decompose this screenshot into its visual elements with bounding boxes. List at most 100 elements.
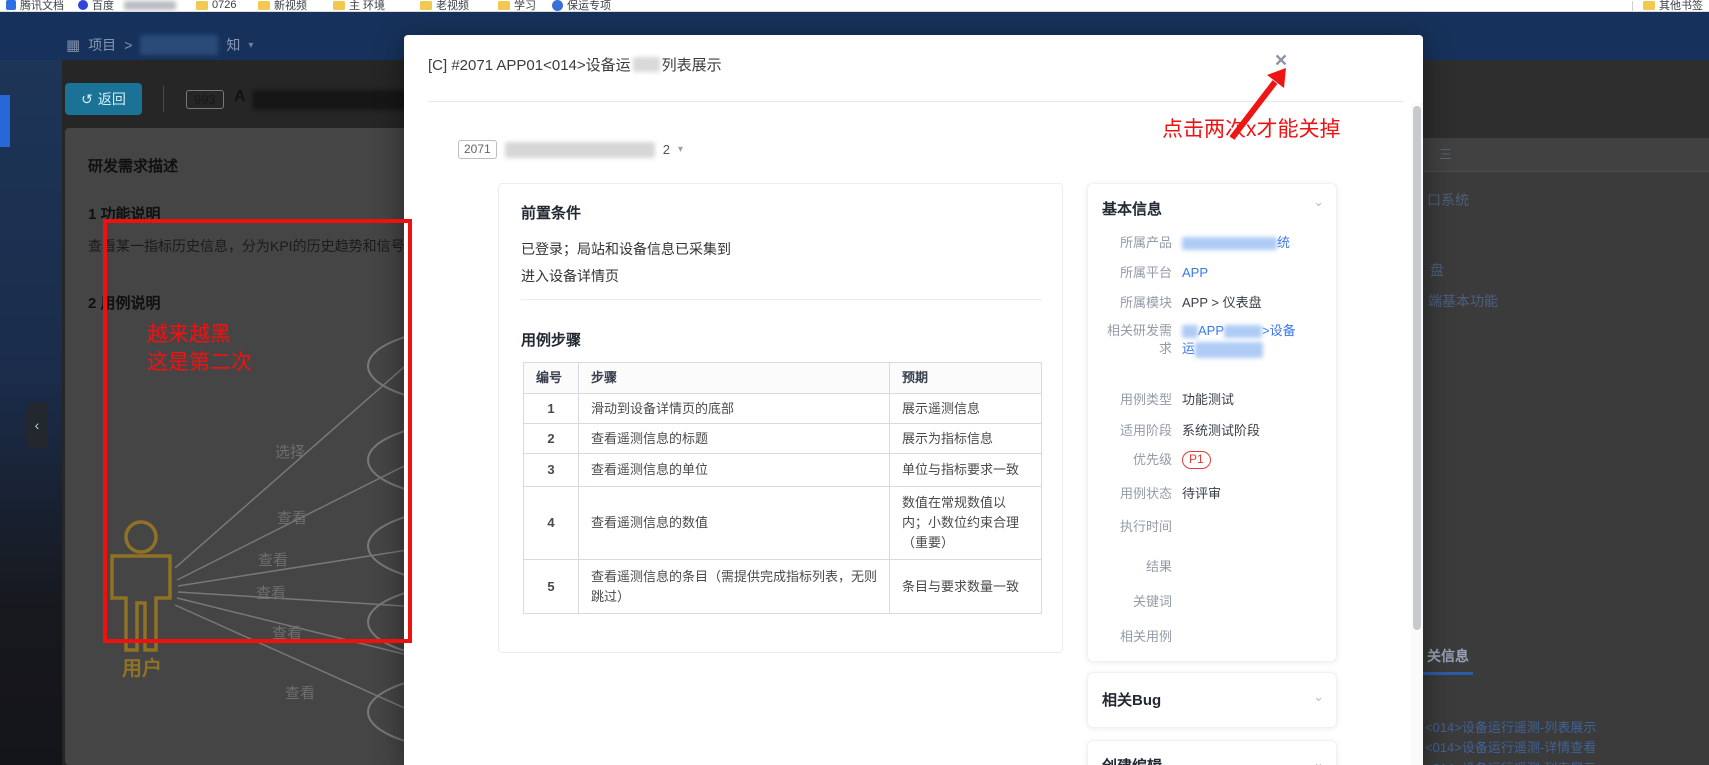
case-id-badge: 2071: [458, 140, 497, 159]
breadcrumb-blurred-project[interactable]: [140, 35, 219, 55]
steps-table: 编号 步骤 预期 1 滑动到设备详情页的底部 展示遥测信息 2 查看遥测信息的标题 展示…: [523, 362, 1042, 614]
bookmark-item[interactable]: 保运专项: [552, 0, 611, 11]
info-row-priority: 优先级 P1: [1100, 451, 1328, 469]
bookmark-item-blurred[interactable]: [124, 0, 176, 11]
table-row: 1 滑动到设备详情页的底部 展示遥测信息: [523, 393, 1042, 424]
info-row-related-requirement: 相关研发需求 APP >设备 运: [1106, 322, 1296, 358]
modal-title: [C] #2071 APP01<014>设备运 列表展示: [428, 57, 722, 74]
info-row-result: 结果: [1145, 559, 1172, 574]
chevron-down-icon[interactable]: ⌄: [1313, 194, 1324, 210]
red-annotation-box: [103, 219, 412, 643]
requirement-id-badge: 993: [186, 90, 224, 109]
sidebar-active-indicator[interactable]: [0, 95, 10, 147]
related-case-link[interactable]: <014>设备运行遥测-详情查看: [1425, 737, 1596, 756]
col-header: 编号: [523, 362, 579, 394]
breadcrumb-root[interactable]: 项目: [88, 35, 116, 55]
folder-icon: [420, 0, 432, 10]
sidebar-collapse-button[interactable]: ‹: [26, 402, 48, 448]
doc-icon: [6, 0, 16, 10]
related-case-link[interactable]: <014>设备运行遥测-列表展示: [1425, 717, 1596, 736]
browser-bookmarks-bar: 腾讯文档 百度 0726 新视频 主 环境 老视频 学习 保运专项 其他书签: [0, 0, 1709, 12]
bookmark-folder[interactable]: 老视频: [420, 0, 469, 11]
requirement-title-blurred: [252, 90, 420, 110]
chevron-down-icon[interactable]: ▾: [248, 40, 253, 51]
info-row-related-case: 相关用例: [1119, 629, 1172, 644]
table-row: 4 查看遥测信息的数值 数值在常规数值以内；小数位约束合理（重要）: [523, 486, 1042, 560]
related-requirement-link[interactable]: APP >设备 运: [1182, 322, 1296, 358]
basic-info-title: 基本信息: [1102, 201, 1163, 218]
tab-related-info[interactable]: 关信息: [1427, 646, 1469, 666]
chevron-down-icon[interactable]: ⌄: [1313, 755, 1324, 765]
globe-icon: [552, 0, 563, 11]
bookmark-item[interactable]: 百度: [78, 0, 114, 11]
precondition-title: 前置条件: [521, 205, 582, 222]
bookmark-folder[interactable]: 0726: [196, 0, 236, 11]
modal-scrollbar-track[interactable]: [1411, 103, 1423, 765]
right-panel-partial-header: 三: [1423, 138, 1709, 171]
background-right-panel: 三 口系统 盘 端基本功能 关信息 <014>设备运行遥测-列表展示 <014>…: [1423, 60, 1709, 765]
other-bookmarks[interactable]: 其他书签: [1643, 0, 1703, 11]
col-header: 步骤: [578, 362, 890, 394]
table-row: 3 查看遥测信息的单位 单位与指标要求一致: [523, 453, 1042, 487]
red-annotation-text: 这是第二次: [147, 351, 252, 374]
case-title-tail: 2: [662, 142, 670, 157]
info-row-product: 所属产品 统: [1119, 234, 1291, 252]
requirement-title-visible: A: [234, 88, 246, 105]
create-edit-card: 创建编辑 ⌄: [1087, 740, 1337, 765]
actor-label: 用户: [122, 656, 162, 680]
col-header: 预期: [889, 362, 1042, 394]
collapse-left-icon: ‹: [34, 417, 40, 433]
info-row-module: 所属模块 APP > 仪表盘: [1119, 295, 1262, 310]
section-title: 研发需求描述: [88, 158, 179, 175]
breadcrumb-tail[interactable]: 知: [226, 35, 240, 55]
right-panel-item[interactable]: 口系统: [1427, 190, 1469, 210]
tab-active-underline: [1423, 672, 1473, 675]
site-icon: [78, 0, 88, 10]
case-title-blurred: [504, 141, 655, 158]
priority-badge: P1: [1182, 451, 1211, 469]
screen: 腾讯文档 百度 0726 新视频 主 环境 老视频 学习 保运专项 其他书签 ▦…: [0, 0, 1709, 765]
divider: [521, 299, 1042, 300]
breadcrumb-separator: >: [124, 37, 133, 53]
info-row-keyword: 关键词: [1132, 594, 1172, 609]
right-panel-item[interactable]: 端基本功能: [1428, 291, 1498, 311]
edge-label: 查看: [285, 685, 315, 702]
folder-icon: [333, 0, 345, 10]
table-header-row: 编号 步骤 预期: [523, 362, 1042, 394]
red-annotation-arrow: [1229, 68, 1286, 140]
app-grid-icon: ▦: [66, 37, 81, 54]
chevron-down-icon[interactable]: ⌄: [1313, 689, 1324, 705]
bookmark-item[interactable]: 腾讯文档: [6, 0, 64, 11]
folder-icon: [196, 0, 208, 10]
red-annotation-text: 越来越黑: [147, 323, 231, 346]
basic-info-card: 基本信息 ⌄ 所属产品 统 所属平台 APP 所属模块 APP > 仪表盘 相关…: [1087, 183, 1337, 662]
bookmark-folder[interactable]: 新视频: [258, 0, 307, 11]
table-row: 2 查看遥测信息的标题 展示为指标信息: [523, 423, 1042, 454]
toolbar-divider: [163, 86, 164, 112]
info-row-platform: 所属平台 APP: [1119, 264, 1209, 282]
info-row-status: 用例状态 待评审: [1119, 486, 1222, 501]
related-case-link[interactable]: <014>设备运行遥测-列表展示: [1425, 758, 1596, 765]
right-panel-item[interactable]: 盘: [1430, 260, 1444, 280]
chevron-down-icon[interactable]: ▾: [678, 144, 683, 155]
right-panel-top: [1423, 60, 1709, 138]
blurred-label: [124, 0, 176, 10]
modal-scrollbar-thumb[interactable]: [1413, 106, 1421, 630]
platform-link[interactable]: APP: [1182, 264, 1208, 282]
title-blurred-part: [632, 57, 660, 72]
related-bug-card: 相关Bug ⌄: [1087, 672, 1337, 728]
folder-icon: [258, 0, 270, 10]
bookmark-folder[interactable]: 学习: [498, 0, 536, 11]
back-button[interactable]: ↺ 返回: [65, 83, 142, 115]
folder-icon: [1643, 0, 1655, 10]
back-arrow-icon: ↺: [81, 90, 93, 107]
product-link[interactable]: 统: [1182, 234, 1290, 252]
info-row-type: 用例类型 功能测试: [1119, 392, 1235, 407]
case-id-row: 2071 2 ▾: [458, 140, 683, 159]
info-row-stage: 适用阶段 系统测试阶段: [1119, 423, 1261, 438]
folder-icon: [498, 0, 510, 10]
precondition-line: 已登录；局站和设备信息已采集到: [521, 241, 731, 257]
case-detail-card: 前置条件 已登录；局站和设备信息已采集到 进入设备详情页 用例步骤 编号 步骤 …: [498, 183, 1063, 653]
info-row-exec-time: 执行时间: [1119, 519, 1172, 534]
bookmark-folder[interactable]: 主 环境: [333, 0, 385, 11]
